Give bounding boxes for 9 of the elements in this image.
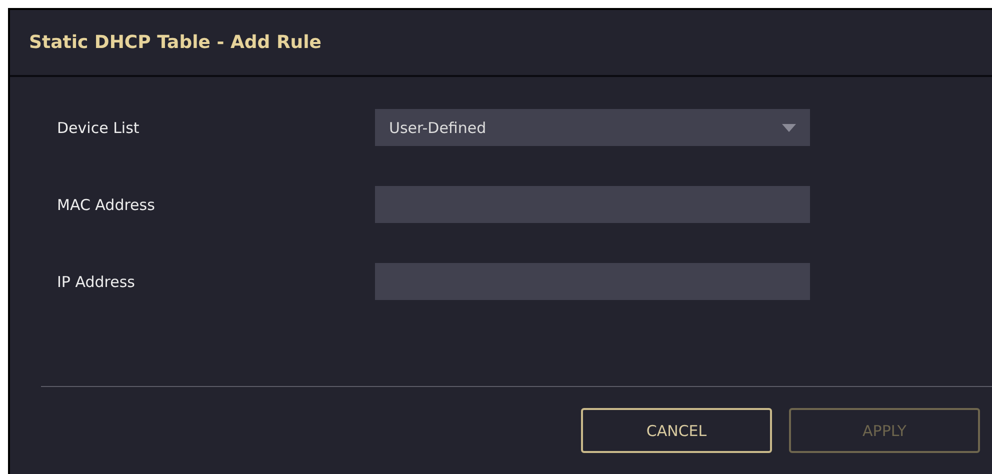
field-label: MAC Address	[57, 196, 156, 214]
field-label: Device List	[57, 118, 140, 136]
dropdown-caret-icon	[782, 124, 796, 132]
dialog-title: Static DHCP Table - Add Rule	[29, 32, 322, 53]
dialog-button[interactable]: CANCEL	[581, 408, 772, 453]
input-field[interactable]	[375, 263, 810, 300]
field-label: IP Address	[57, 272, 136, 290]
input-field[interactable]	[375, 186, 810, 223]
device-dropdown[interactable]: User-Defined	[375, 109, 810, 146]
